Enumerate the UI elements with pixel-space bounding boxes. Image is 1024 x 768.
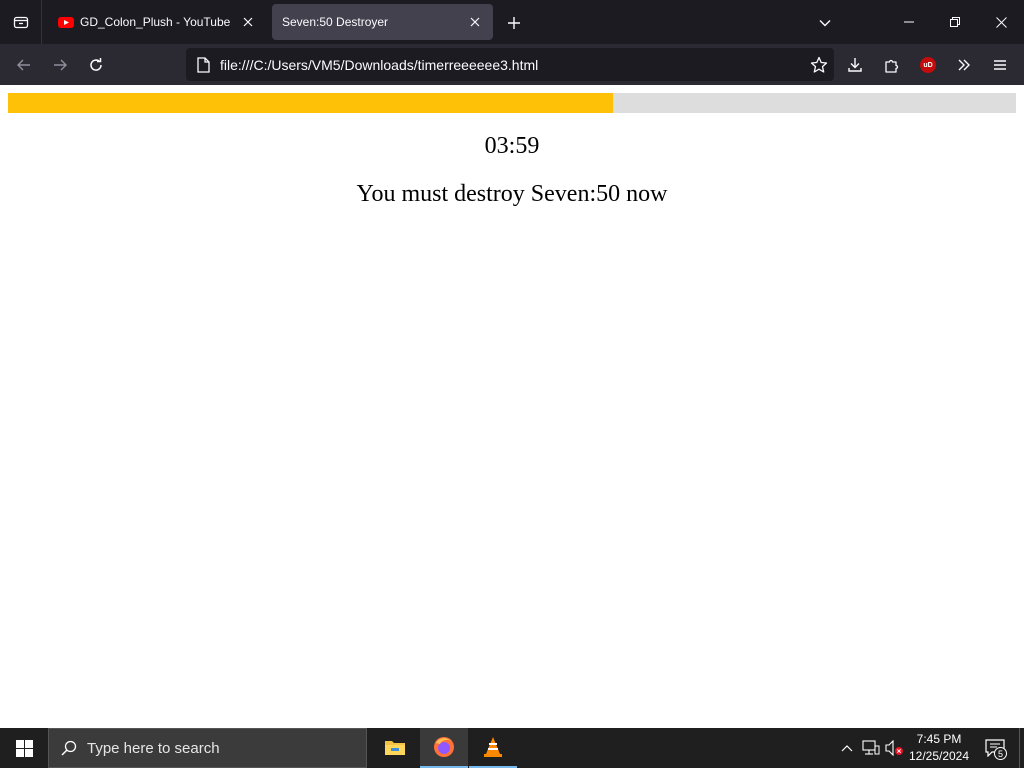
plus-icon — [508, 17, 520, 29]
tab-seven50-destroyer[interactable]: Seven:50 Destroyer — [272, 4, 493, 40]
taskbar-vlc[interactable] — [469, 728, 517, 768]
notification-count-badge: 5 — [994, 747, 1007, 760]
ublock-origin-icon: uD — [920, 57, 936, 73]
back-button[interactable] — [10, 51, 38, 79]
ublock-origin-button[interactable]: uD — [914, 51, 942, 79]
download-icon — [848, 58, 862, 72]
volume-muted-status[interactable] — [884, 728, 906, 768]
more-tools-button[interactable] — [950, 51, 978, 79]
progress-bar — [8, 93, 1016, 113]
navigation-toolbar: file:///C:/Users/VM5/Downloads/timerreee… — [0, 44, 1024, 85]
speaker-muted-icon — [885, 740, 903, 756]
network-icon — [862, 740, 880, 755]
address-bar[interactable]: file:///C:/Users/VM5/Downloads/timerreee… — [186, 48, 834, 81]
action-center-button[interactable]: 5 — [980, 728, 1010, 768]
tab-title: GD_Colon_Plush - YouTube — [80, 15, 231, 29]
tab-strip: GD_Colon_Plush - YouTube Seven:50 Destro… — [0, 0, 1024, 44]
arrow-right-icon — [54, 59, 67, 71]
page-icon — [194, 56, 212, 74]
hamburger-menu-icon — [994, 60, 1006, 70]
forward-button[interactable] — [46, 51, 74, 79]
chevrons-right-icon — [958, 59, 970, 71]
restore-button[interactable] — [932, 0, 978, 44]
chevron-down-icon — [819, 20, 831, 27]
progress-bar-fill — [8, 93, 613, 113]
show-hidden-icons-button[interactable] — [838, 728, 856, 768]
windows-logo-icon — [15, 739, 33, 757]
windows-taskbar: Type here to search 7:45 PM 12/25/2024 5 — [0, 728, 1024, 768]
firefox-icon — [434, 737, 454, 757]
search-placeholder: Type here to search — [87, 739, 220, 757]
clock-date: 12/25/2024 — [908, 749, 970, 763]
firefox-view-button[interactable] — [0, 0, 42, 44]
url-text[interactable]: file:///C:/Users/VM5/Downloads/timerreee… — [220, 57, 804, 73]
countdown-timer: 03:59 — [484, 133, 540, 159]
close-icon — [995, 16, 1007, 28]
close-tab-icon[interactable] — [467, 14, 483, 30]
message-text: You must destroy Seven:50 now — [356, 181, 668, 207]
tab-youtube[interactable]: GD_Colon_Plush - YouTube — [48, 4, 266, 40]
extensions-button[interactable] — [878, 51, 906, 79]
firefox-view-icon — [13, 16, 28, 29]
chevron-up-icon — [841, 745, 853, 752]
puzzle-piece-icon — [885, 59, 899, 73]
reload-icon — [90, 58, 102, 71]
list-all-tabs-button[interactable] — [814, 12, 836, 34]
show-desktop-button[interactable] — [1019, 728, 1024, 768]
vlc-icon — [484, 737, 502, 757]
reload-button[interactable] — [82, 51, 110, 79]
taskbar-search-box[interactable]: Type here to search — [48, 728, 367, 768]
clock-time: 7:45 PM — [916, 732, 962, 746]
arrow-left-icon — [17, 59, 30, 71]
taskbar-firefox[interactable] — [420, 728, 468, 768]
search-icon — [61, 740, 77, 756]
bookmark-star-icon[interactable] — [804, 50, 834, 80]
youtube-icon — [58, 16, 74, 28]
app-menu-button[interactable] — [986, 51, 1014, 79]
taskbar-clock[interactable]: 7:45 PM 12/25/2024 — [905, 731, 973, 765]
network-status[interactable] — [860, 728, 882, 768]
taskbar-file-explorer[interactable] — [371, 728, 419, 768]
minimize-icon — [904, 21, 914, 23]
file-explorer-icon — [385, 741, 405, 755]
tab-title: Seven:50 Destroyer — [282, 15, 389, 29]
start-button[interactable] — [0, 728, 48, 768]
new-tab-button[interactable] — [503, 12, 525, 34]
downloads-button[interactable] — [841, 51, 869, 79]
minimize-button[interactable] — [886, 0, 932, 44]
close-window-button[interactable] — [978, 0, 1024, 44]
restore-icon — [950, 17, 960, 27]
close-tab-icon[interactable] — [240, 14, 256, 30]
